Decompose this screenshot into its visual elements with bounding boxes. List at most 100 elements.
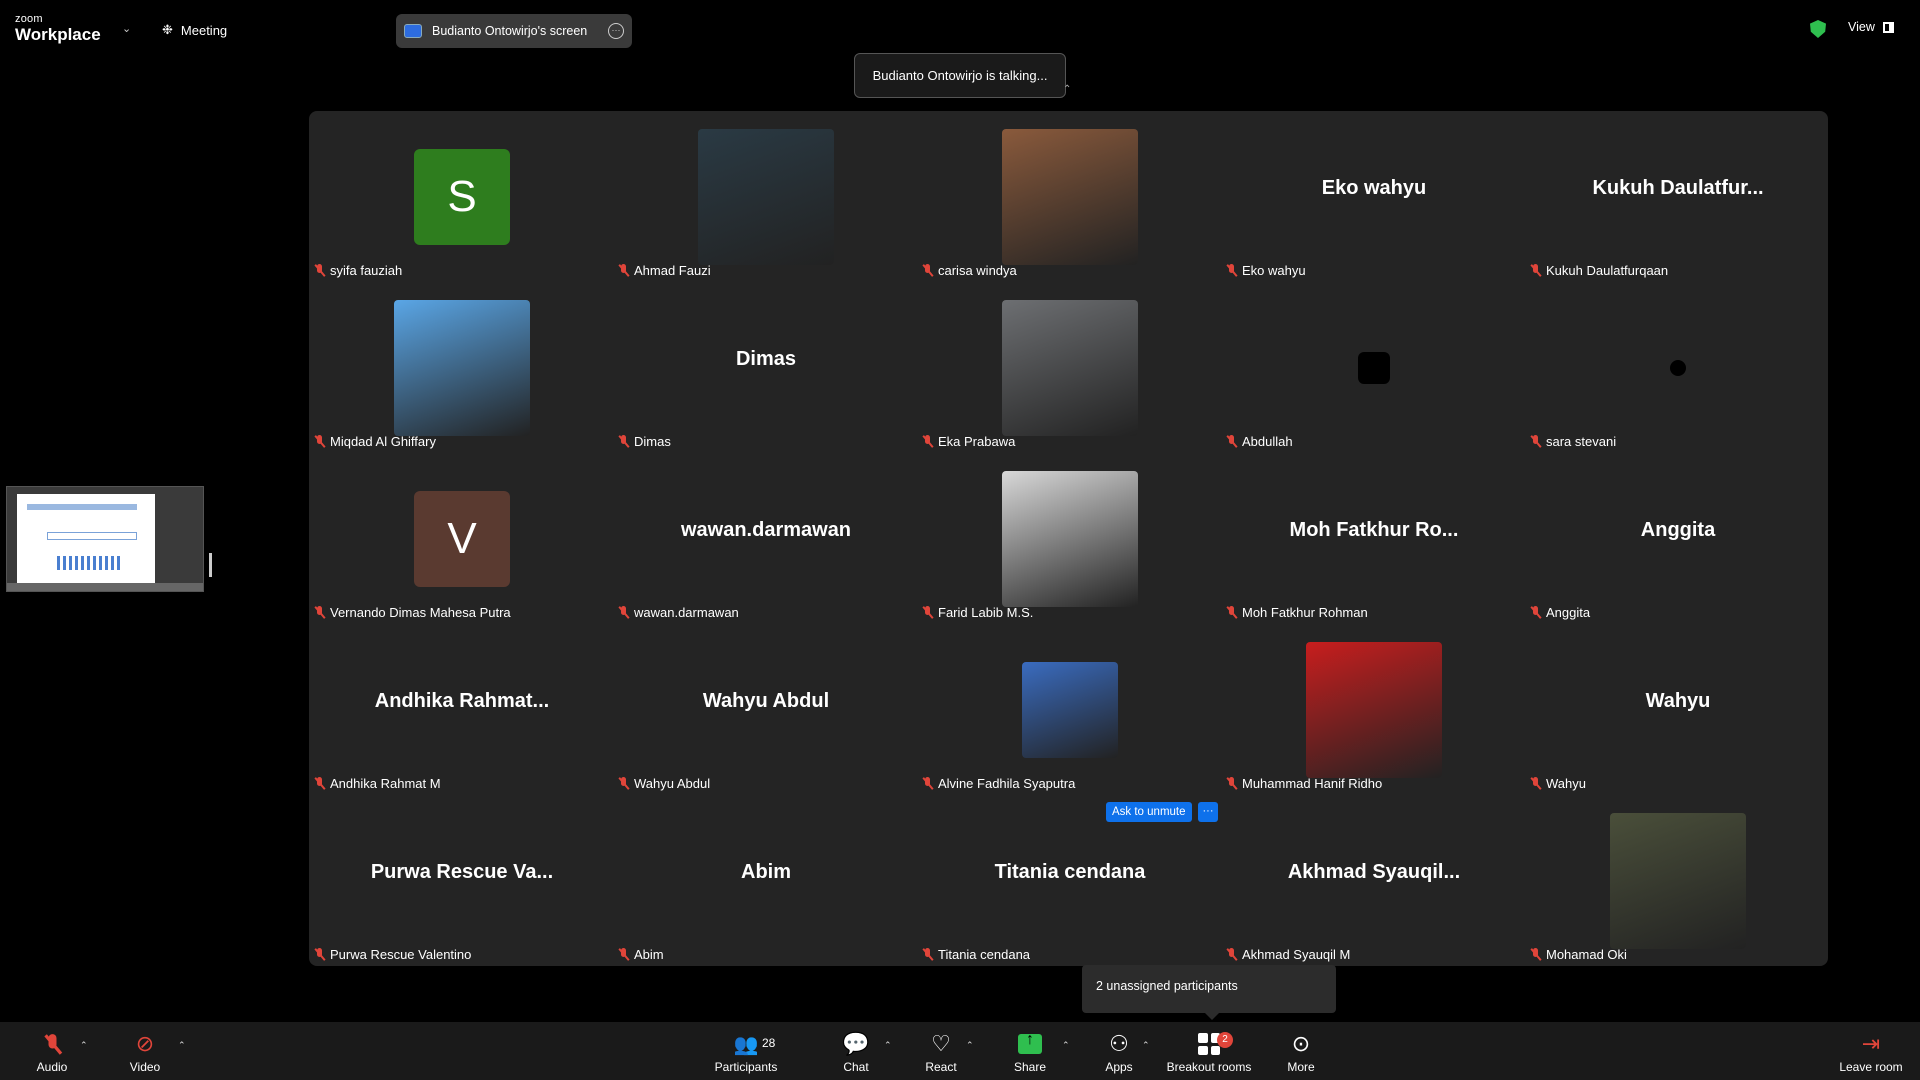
breakout-badge: 2 <box>1217 1032 1233 1048</box>
video-label: Video <box>129 1060 161 1074</box>
audio-label: Audio <box>36 1060 68 1074</box>
participant-name-label: Eka Prabawa <box>923 434 1015 449</box>
shield-icon[interactable] <box>1810 20 1826 38</box>
zoom-logo[interactable]: zoom Workplace <box>15 14 101 44</box>
react-button[interactable]: ♡ React <box>924 1030 958 1074</box>
react-caret-icon[interactable]: ⌃ <box>966 1040 974 1051</box>
leave-room-button[interactable]: ⇥ Leave room <box>1838 1030 1904 1074</box>
participant-tile[interactable]: V Vernando Dimas Mahesa Putra <box>310 453 614 624</box>
participant-tile[interactable]: Wahyu Wahyu <box>1526 624 1830 795</box>
participant-display-name: wawan.darmawan <box>680 519 852 541</box>
participant-name: Purwa Rescue Valentino <box>330 947 472 962</box>
participant-tile[interactable]: Kukuh Daulatfur... Kukuh Daulatfurqaan <box>1526 111 1830 282</box>
chevron-down-icon[interactable]: ⌄ <box>122 22 131 35</box>
chat-button[interactable]: 💬 Chat <box>840 1030 872 1074</box>
participant-name: Ahmad Fauzi <box>634 263 711 278</box>
more-options-icon[interactable]: ··· <box>608 23 624 39</box>
participant-name-label: Alvine Fadhila Syaputra <box>923 776 1075 791</box>
shared-screen-thumbnail[interactable] <box>6 486 204 592</box>
chat-label: Chat <box>843 1060 869 1074</box>
participant-more-button[interactable]: ··· <box>1198 802 1218 822</box>
apps-label: Apps <box>1105 1060 1133 1074</box>
participant-tile[interactable]: Muhammad Hanif Ridho <box>1222 624 1526 795</box>
breakout-rooms-button[interactable]: Breakout rooms <box>1166 1030 1252 1074</box>
participant-name: Abim <box>634 947 664 962</box>
participant-name-label: Abdullah <box>1227 434 1293 449</box>
muted-mic-icon <box>315 777 324 790</box>
chat-caret-icon[interactable]: ⌃ <box>884 1040 892 1051</box>
audio-caret-icon[interactable]: ⌃ <box>80 1040 88 1051</box>
muted-mic-icon <box>315 948 324 961</box>
muted-mic-icon <box>1227 606 1236 619</box>
apps-caret-icon[interactable]: ⌃ <box>1142 1040 1150 1051</box>
participant-name-label: Titania cendana <box>923 947 1030 962</box>
apps-button[interactable]: ⚇ Apps <box>1104 1030 1134 1074</box>
participant-tile[interactable]: Dimas Dimas <box>614 282 918 453</box>
participant-tile[interactable]: Wahyu Abdul Wahyu Abdul <box>614 624 918 795</box>
participant-tile[interactable]: Ssyifa fauziah <box>310 111 614 282</box>
ask-to-unmute-button[interactable]: Ask to unmute <box>1106 802 1192 822</box>
chevron-up-icon[interactable]: ⌃ <box>1063 84 1071 95</box>
participant-name: Anggita <box>1546 605 1591 620</box>
share-button[interactable]: Share <box>1014 1030 1046 1074</box>
participant-name-label: Vernando Dimas Mahesa Putra <box>315 605 511 620</box>
participant-tile[interactable]: Miqdad Al Ghiffary <box>310 282 614 453</box>
muted-mic-icon <box>1531 948 1540 961</box>
video-button[interactable]: ⊘ Video <box>128 1030 162 1074</box>
audio-button[interactable]: Audio <box>36 1030 68 1074</box>
participant-name: Mohamad Oki <box>1546 947 1627 962</box>
participant-name-label: carisa windya <box>923 263 1017 278</box>
meeting-menu[interactable]: ❉ Meeting <box>162 22 227 38</box>
participant-name: Alvine Fadhila Syaputra <box>938 776 1076 791</box>
participant-tile[interactable]: Mohamad Oki <box>1526 795 1830 966</box>
participant-name: Wahyu <box>1546 776 1586 791</box>
screen-share-label: Budianto Ontowirjo's screen <box>432 24 588 38</box>
participant-tile[interactable]: Abdullah <box>1222 282 1526 453</box>
participant-name-label: Moh Fatkhur Rohman <box>1227 605 1368 620</box>
video-caret-icon[interactable]: ⌃ <box>178 1040 186 1051</box>
participant-tile[interactable]: Moh Fatkhur Ro... Moh Fatkhur Rohman <box>1222 453 1526 624</box>
participant-tile[interactable]: Purwa Rescue Va... Purwa Rescue Valentino <box>310 795 614 966</box>
muted-mic-icon <box>36 1030 68 1058</box>
react-label: React <box>925 1060 957 1074</box>
participants-label: Participants <box>714 1060 778 1074</box>
muted-mic-icon <box>1227 435 1236 448</box>
participant-name: Farid Labib M.S. <box>938 605 1034 620</box>
participant-tile[interactable]: Anggita Anggita <box>1526 453 1830 624</box>
view-icon <box>1882 21 1894 33</box>
more-button[interactable]: ⊙ More <box>1286 1030 1316 1074</box>
participant-tile[interactable]: Abim Abim <box>614 795 918 966</box>
muted-mic-icon <box>619 264 628 277</box>
participant-tile[interactable]: Farid Labib M.S. <box>918 453 1222 624</box>
participant-display-name: Moh Fatkhur Ro... <box>1289 519 1459 541</box>
view-button[interactable]: View <box>1848 20 1894 34</box>
participant-name-label: Eko wahyu <box>1227 263 1306 278</box>
avatar-photo <box>1002 299 1138 436</box>
resize-handle[interactable] <box>209 553 212 577</box>
participant-name-label: Purwa Rescue Valentino <box>315 947 471 962</box>
participant-tile[interactable]: Alvine Fadhila Syaputra <box>918 624 1222 795</box>
participant-tile[interactable]: wawan.darmawan wawan.darmawan <box>614 453 918 624</box>
participant-display-name: Akhmad Syauqil... <box>1287 861 1461 883</box>
participant-tile[interactable]: carisa windya <box>918 111 1222 282</box>
participant-name-label: sara stevani <box>1531 434 1616 449</box>
screen-share-pill[interactable]: Budianto Ontowirjo's screen ··· <box>396 14 632 48</box>
participant-tile[interactable]: Akhmad Syauqil... Akhmad Syauqil M <box>1222 795 1526 966</box>
avatar-photo <box>1306 641 1442 778</box>
participant-name-label: Abim <box>619 947 664 962</box>
logo-big-text: Workplace <box>15 25 101 44</box>
participant-name: Titania cendana <box>938 947 1031 962</box>
participant-tile[interactable]: Andhika Rahmat... Andhika Rahmat M <box>310 624 614 795</box>
participant-tile[interactable]: Eko wahyu Eko wahyu <box>1222 111 1526 282</box>
participant-name: Akhmad Syauqil M <box>1242 947 1351 962</box>
avatar-photo <box>1610 812 1746 949</box>
avatar-photo <box>1002 470 1138 607</box>
participant-name-label: wawan.darmawan <box>619 605 739 620</box>
more-label: More <box>1287 1060 1315 1074</box>
participant-tile[interactable]: sara stevani <box>1526 282 1830 453</box>
participant-tile[interactable]: Ahmad Fauzi <box>614 111 918 282</box>
participant-tile[interactable]: Eka Prabawa <box>918 282 1222 453</box>
share-caret-icon[interactable]: ⌃ <box>1062 1040 1070 1051</box>
video-off-icon: ⊘ <box>135 1031 155 1056</box>
participant-name-label: Muhammad Hanif Ridho <box>1227 776 1382 791</box>
